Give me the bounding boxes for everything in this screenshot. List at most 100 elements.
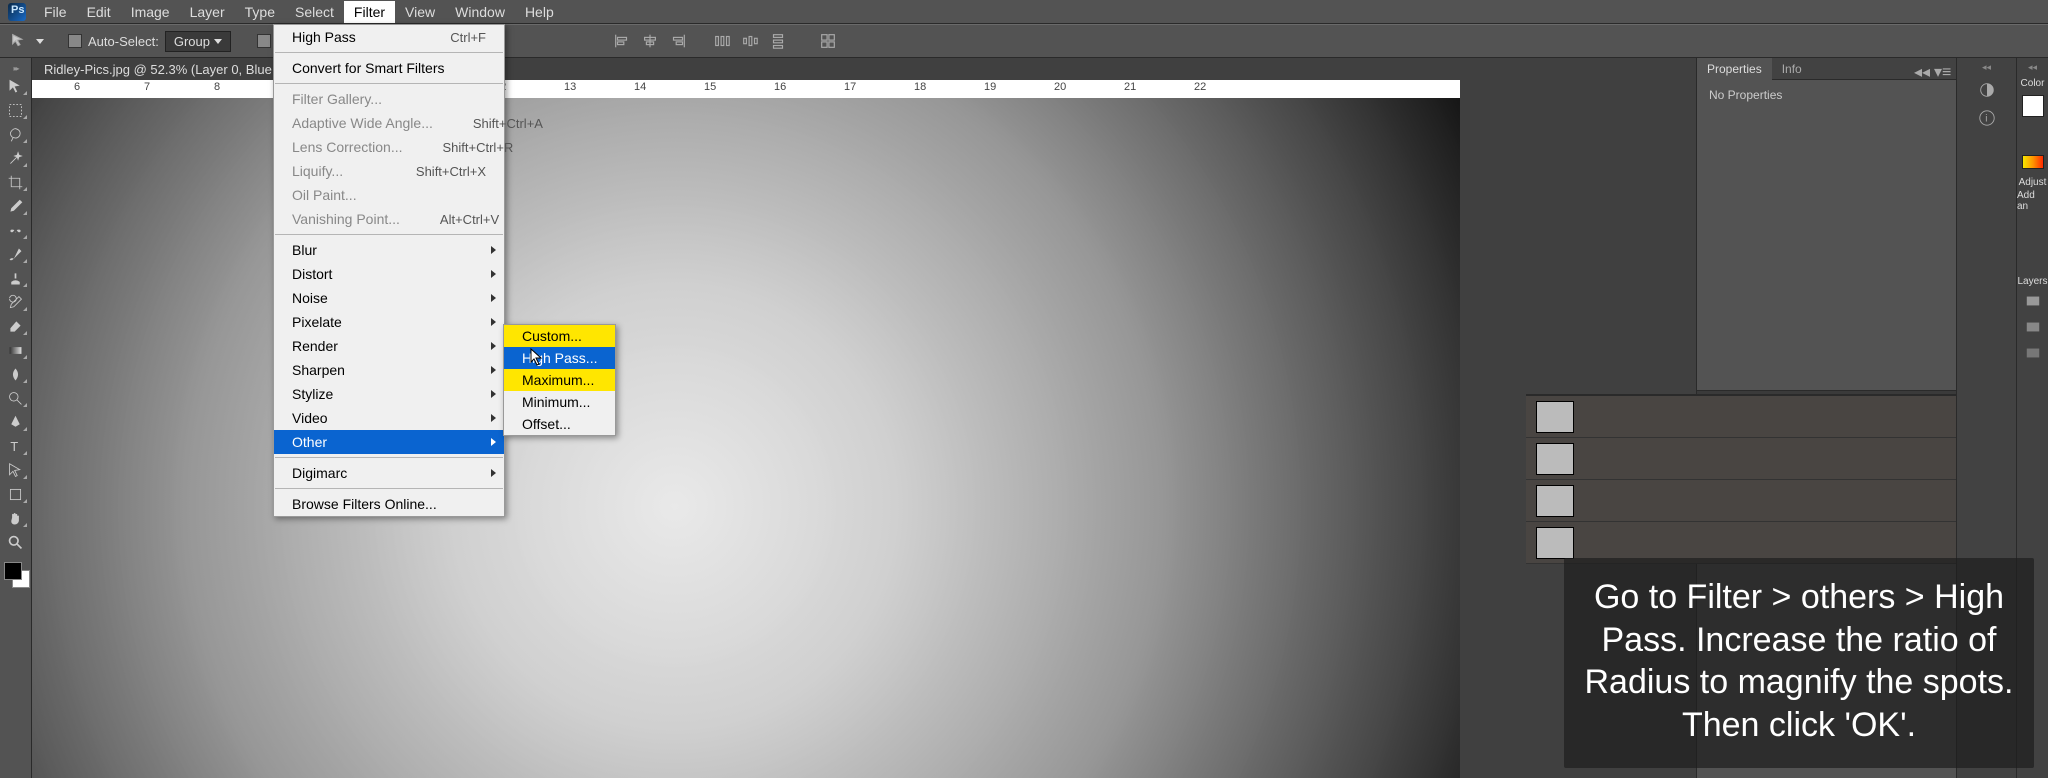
menu-item-oil-paint[interactable]: Oil Paint...: [274, 183, 504, 207]
menu-view[interactable]: View: [395, 1, 445, 23]
adjust-label[interactable]: Adjust: [2019, 177, 2047, 188]
menu-item-distort[interactable]: Distort: [274, 262, 504, 286]
zoom-tool[interactable]: [2, 530, 30, 554]
menu-item-digimarc[interactable]: Digimarc: [274, 461, 504, 485]
layers-label[interactable]: Layers: [2017, 276, 2047, 287]
brush-tool[interactable]: [2, 242, 30, 266]
tab-properties[interactable]: Properties: [1697, 58, 1772, 80]
layer-thumb-icon-2[interactable]: [2021, 315, 2045, 339]
photo-content: [32, 98, 1460, 778]
ruler-tick: 13: [564, 81, 576, 93]
lasso-tool[interactable]: [2, 122, 30, 146]
move-tool[interactable]: [2, 74, 30, 98]
distribute-vc-icon[interactable]: [739, 30, 761, 52]
ruler-tick: 15: [704, 81, 716, 93]
menu-item-other[interactable]: Other: [274, 430, 504, 454]
menu-item-noise[interactable]: Noise: [274, 286, 504, 310]
svg-text:i: i: [1985, 114, 1987, 125]
ruler-tick: 18: [914, 81, 926, 93]
menu-window[interactable]: Window: [445, 1, 515, 23]
clone-stamp-tool[interactable]: [2, 266, 30, 290]
strip-expand[interactable]: ◂◂: [1957, 62, 2016, 76]
auto-select-dropdown[interactable]: Group: [165, 31, 231, 52]
menu-item-convert-smart[interactable]: Convert for Smart Filters: [274, 56, 504, 80]
magic-wand-tool[interactable]: [2, 146, 30, 170]
layer-thumb-icon[interactable]: [2021, 289, 2045, 313]
gradient-tool[interactable]: [2, 338, 30, 362]
tools-expand[interactable]: [2, 62, 30, 74]
show-transform-checkbox[interactable]: [257, 34, 271, 48]
layer-row[interactable]: [1526, 438, 1956, 480]
menu-item-last-filter[interactable]: High PassCtrl+F: [274, 25, 504, 49]
layer-row[interactable]: [1526, 396, 1956, 438]
menu-item-blur[interactable]: Blur: [274, 238, 504, 262]
menu-item-stylize[interactable]: Stylize: [274, 382, 504, 406]
auto-align-icon[interactable]: [817, 30, 839, 52]
gradient-swatch[interactable]: [2022, 155, 2044, 169]
info-icon[interactable]: i: [1973, 104, 2001, 132]
adjustments-icon[interactable]: [1973, 76, 2001, 104]
menu-filter[interactable]: Filter: [344, 1, 395, 23]
distribute-v-icon[interactable]: [767, 30, 789, 52]
eraser-tool[interactable]: [2, 314, 30, 338]
menu-item-render[interactable]: Render: [274, 334, 504, 358]
collapse-icon[interactable]: ◂◂: [1914, 62, 1930, 76]
menu-help[interactable]: Help: [515, 1, 564, 23]
pen-tool[interactable]: [2, 410, 30, 434]
right-expand[interactable]: ◂◂: [2017, 62, 2048, 76]
path-selection-tool[interactable]: [2, 458, 30, 482]
ruler-tick: 22: [1194, 81, 1206, 93]
panel-menu-icon[interactable]: ▾≡: [1934, 62, 1950, 76]
menu-item-adaptive-wide[interactable]: Adaptive Wide Angle...Shift+Ctrl+A: [274, 111, 504, 135]
color-swatches[interactable]: [2, 562, 30, 590]
menu-item-sharpen[interactable]: Sharpen: [274, 358, 504, 382]
ruler-tick: 14: [634, 81, 646, 93]
align-right-icon[interactable]: [667, 30, 689, 52]
color-swatch[interactable]: [2022, 95, 2044, 117]
color-label[interactable]: Color: [2021, 78, 2045, 89]
ruler-tick: 8: [214, 81, 220, 93]
auto-select-checkbox[interactable]: [68, 34, 82, 48]
distribute-h-icon[interactable]: [711, 30, 733, 52]
menu-type[interactable]: Type: [235, 1, 285, 23]
submenu-item-custom[interactable]: Custom...: [504, 325, 615, 347]
submenu-item-maximum[interactable]: Maximum...: [504, 369, 615, 391]
align-hcenter-icon[interactable]: [639, 30, 661, 52]
menu-edit[interactable]: Edit: [77, 1, 121, 23]
history-brush-tool[interactable]: [2, 290, 30, 314]
menu-item-pixelate[interactable]: Pixelate: [274, 310, 504, 334]
eyedropper-tool[interactable]: [2, 194, 30, 218]
layer-thumb-icon-3[interactable]: [2021, 341, 2045, 365]
layer-slab: [1526, 394, 1956, 564]
move-tool-icon: [8, 30, 30, 52]
auto-select-label: Auto-Select:: [88, 34, 159, 49]
ruler-tick: 6: [74, 81, 80, 93]
menu-image[interactable]: Image: [121, 1, 180, 23]
layer-row[interactable]: [1526, 480, 1956, 522]
shape-tool[interactable]: [2, 482, 30, 506]
panel-tab-strip: Properties Info ◂◂ ▾≡: [1697, 58, 1956, 80]
menu-item-browse-filters[interactable]: Browse Filters Online...: [274, 492, 504, 516]
align-left-icon[interactable]: [611, 30, 633, 52]
menu-item-lens-correction[interactable]: Lens Correction...Shift+Ctrl+R: [274, 135, 504, 159]
menu-item-vanishing-point[interactable]: Vanishing Point...Alt+Ctrl+V: [274, 207, 504, 231]
blur-tool[interactable]: [2, 362, 30, 386]
menu-layer[interactable]: Layer: [180, 1, 235, 23]
menu-item-liquify[interactable]: Liquify...Shift+Ctrl+X: [274, 159, 504, 183]
dodge-tool[interactable]: [2, 386, 30, 410]
canvas[interactable]: [32, 98, 1460, 778]
submenu-item-minimum[interactable]: Minimum...: [504, 391, 615, 413]
menu-select[interactable]: Select: [285, 1, 344, 23]
submenu-item-high-pass[interactable]: High Pass...: [504, 347, 615, 369]
crop-tool[interactable]: [2, 170, 30, 194]
tool-preset-dropdown[interactable]: [36, 39, 44, 44]
submenu-item-offset[interactable]: Offset...: [504, 413, 615, 435]
healing-brush-tool[interactable]: [2, 218, 30, 242]
type-tool[interactable]: T: [2, 434, 30, 458]
menu-item-video[interactable]: Video: [274, 406, 504, 430]
tab-info[interactable]: Info: [1772, 58, 1812, 80]
menu-item-filter-gallery[interactable]: Filter Gallery...: [274, 87, 504, 111]
marquee-tool[interactable]: [2, 98, 30, 122]
menu-file[interactable]: File: [34, 1, 77, 23]
hand-tool[interactable]: [2, 506, 30, 530]
